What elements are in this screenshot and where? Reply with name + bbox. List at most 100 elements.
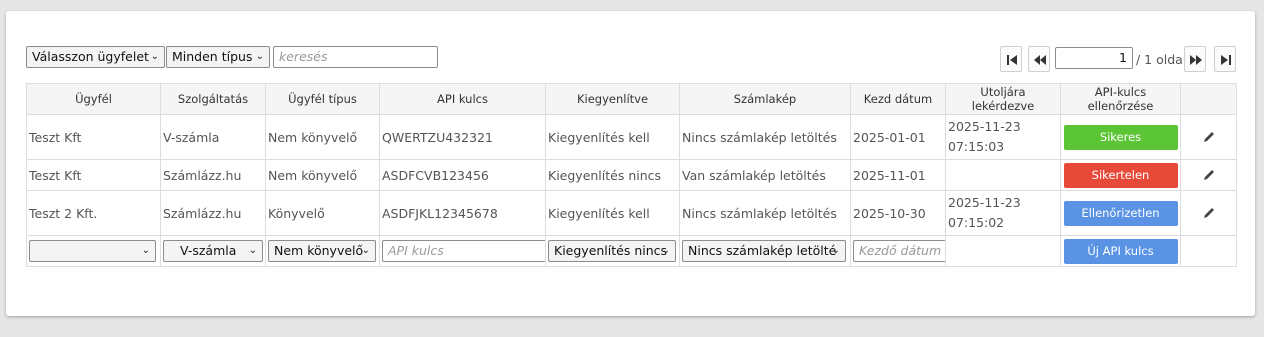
table-row: Teszt 2 Kft. Számlázz.hu Könyvelő ASDFJK… (26, 190, 1237, 236)
new-client-select[interactable]: ⌄ (29, 240, 156, 262)
last-page-button[interactable] (1214, 46, 1236, 72)
header-client[interactable]: Ügyfél (26, 83, 161, 115)
last-query-time: 07:15:03 (948, 139, 1005, 154)
header-start-date[interactable]: Kezd dátum (850, 83, 946, 115)
cell-new-api-key: API kulcs (379, 235, 546, 267)
cell-client: Teszt Kft (26, 114, 161, 160)
cell-last-query: 2025-11-23 07:15:02 (945, 190, 1061, 236)
cell-last-query: 2025-11-23 07:15:03 (945, 114, 1061, 160)
cell-new-invoice-image: Nincs számlakép letölté ⌄ (679, 235, 851, 267)
chevron-down-icon: ⌄ (361, 245, 370, 256)
cell-start-date: 2025-01-01 (850, 114, 946, 160)
cell-check: Sikertelen (1060, 159, 1181, 191)
header-api-key[interactable]: API kulcs (379, 83, 546, 115)
search-placeholder: keresés (279, 49, 328, 64)
cell-client-type: Nem könyvelő (265, 114, 380, 160)
cell-new-actions (1180, 235, 1237, 267)
cell-new-client-type: Nem könyvelő ⌄ (265, 235, 380, 267)
cell-actions (1180, 114, 1237, 160)
cell-check: Ellenőrizetlen (1060, 190, 1181, 236)
cell-actions (1180, 159, 1237, 191)
check-status-button[interactable]: Ellenőrizetlen (1063, 200, 1178, 226)
client-filter-select[interactable]: Válasszon ügyfelet ⌄ (26, 46, 165, 68)
cell-service: Számlázz.hu (160, 159, 266, 191)
cell-new-service: V-számla ⌄ (160, 235, 266, 267)
prev-page-icon (1034, 55, 1046, 65)
table-row: Teszt Kft V-számla Nem könyvelő QWERTZU4… (26, 114, 1237, 160)
cell-client-type: Nem könyvelő (265, 159, 380, 191)
cell-client: Teszt 2 Kft. (26, 190, 161, 236)
page-total-label: / 1 oldal (1136, 52, 1187, 67)
header-invoice-image[interactable]: Számlakép (679, 83, 851, 115)
new-client-type-value: Nem könyvelő (274, 243, 364, 258)
cell-service: Számlázz.hu (160, 190, 266, 236)
cell-actions (1180, 190, 1237, 236)
cell-client-type: Könyvelő (265, 190, 380, 236)
new-settled-value: Kiegyenlítés nincs (554, 243, 668, 258)
cell-api-key: ASDFCVB123456 (379, 159, 546, 191)
table-header-row: Ügyfél Szolgáltatás Ügyfél típus API kul… (26, 83, 1237, 115)
type-filter-select[interactable]: Minden típus ⌄ (166, 46, 270, 68)
header-actions (1180, 83, 1237, 115)
pencil-icon[interactable] (1202, 206, 1216, 220)
cell-check: Sikeres (1060, 114, 1181, 160)
search-input[interactable]: keresés (273, 46, 438, 68)
chevron-down-icon: ⌄ (661, 245, 670, 256)
cell-settled: Kiegyenlítés kell (545, 114, 680, 160)
header-client-type[interactable]: Ügyfél típus (265, 83, 380, 115)
cell-api-key: QWERTZU432321 (379, 114, 546, 160)
api-keys-table: Ügyfél Szolgáltatás Ügyfél típus API kul… (26, 83, 1237, 267)
check-status-button[interactable]: Sikertelen (1063, 162, 1178, 188)
chevron-down-icon: ⌄ (141, 245, 150, 256)
chevron-down-icon: ⌄ (255, 51, 264, 62)
pencil-icon[interactable] (1202, 130, 1216, 144)
cell-service: V-számla (160, 114, 266, 160)
header-last-query[interactable]: Utoljára lekérdezve (945, 83, 1061, 115)
new-start-date-placeholder: Kezdő dátum (859, 243, 942, 258)
cell-new-client: ⌄ (26, 235, 161, 267)
main-card: Válasszon ügyfelet ⌄ Minden típus ⌄ kere… (6, 11, 1255, 316)
cell-api-key: ASDFJKL12345678 (379, 190, 546, 236)
new-service-value: V-számla (180, 243, 237, 258)
chevron-down-icon: ⌄ (248, 245, 257, 256)
last-query-date: 2025-11-23 (948, 119, 1021, 134)
new-settled-select[interactable]: Kiegyenlítés nincs ⌄ (548, 240, 676, 262)
cell-settled: Kiegyenlítés kell (545, 190, 680, 236)
cell-new-check: Új API kulcs (1060, 235, 1181, 267)
new-invoice-image-select[interactable]: Nincs számlakép letölté ⌄ (682, 240, 846, 262)
new-start-date-input[interactable]: Kezdő dátum (853, 240, 945, 262)
new-invoice-image-value: Nincs számlakép letölté (688, 243, 837, 258)
pencil-icon[interactable] (1202, 168, 1216, 182)
cell-new-last-query (945, 235, 1061, 267)
cell-invoice-image: Nincs számlakép letöltés (679, 190, 851, 236)
new-client-type-select[interactable]: Nem könyvelő ⌄ (268, 240, 376, 262)
new-api-key-input[interactable]: API kulcs (382, 240, 545, 262)
new-api-key-button[interactable]: Új API kulcs (1063, 238, 1178, 264)
header-settled[interactable]: Kiegyenlítve (545, 83, 680, 115)
chevron-down-icon: ⌄ (831, 245, 840, 256)
header-api-key-check: API-kulcs ellenőrzése (1060, 83, 1181, 115)
next-page-icon (1190, 55, 1202, 65)
page-number-input[interactable]: 1 (1055, 47, 1133, 69)
new-service-select[interactable]: V-számla ⌄ (163, 240, 263, 262)
cell-last-query (945, 159, 1061, 191)
cell-start-date: 2025-10-30 (850, 190, 946, 236)
cell-new-settled: Kiegyenlítés nincs ⌄ (545, 235, 680, 267)
client-filter-value: Válasszon ügyfelet (32, 49, 149, 64)
prev-page-button[interactable] (1028, 46, 1050, 72)
header-service[interactable]: Szolgáltatás (160, 83, 266, 115)
cell-settled: Kiegyenlítés nincs (545, 159, 680, 191)
first-page-icon (1007, 55, 1017, 65)
cell-start-date: 2025-11-01 (850, 159, 946, 191)
last-query-time: 07:15:02 (948, 215, 1005, 230)
type-filter-value: Minden típus (172, 49, 253, 64)
table-row: Teszt Kft Számlázz.hu Nem könyvelő ASDFC… (26, 159, 1237, 191)
new-api-key-placeholder: API kulcs (388, 243, 444, 258)
next-page-button[interactable] (1184, 46, 1206, 72)
new-entry-row: ⌄ V-számla ⌄ Nem könyvelő ⌄ API kulcs Ki… (26, 235, 1237, 267)
chevron-down-icon: ⌄ (150, 51, 159, 62)
first-page-button[interactable] (1000, 46, 1022, 72)
check-status-button[interactable]: Sikeres (1063, 124, 1178, 150)
cell-invoice-image: Van számlakép letöltés (679, 159, 851, 191)
cell-invoice-image: Nincs számlakép letöltés (679, 114, 851, 160)
